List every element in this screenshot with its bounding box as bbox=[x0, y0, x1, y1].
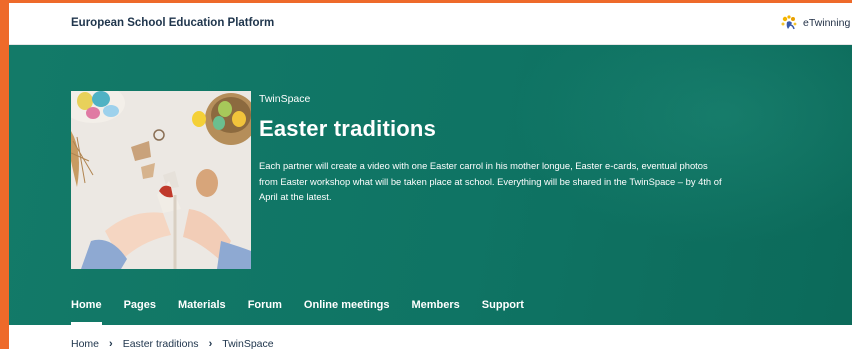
top-bar: European School Education Platform eTwin… bbox=[9, 3, 852, 45]
breadcrumb-separator-icon: › bbox=[109, 338, 113, 350]
platform-title[interactable]: European School Education Platform bbox=[71, 17, 274, 29]
breadcrumb-twinspace: TwinSpace bbox=[222, 338, 274, 350]
tab-home[interactable]: Home bbox=[71, 295, 102, 325]
tab-members[interactable]: Members bbox=[412, 295, 460, 325]
brand-text: eTwinning bbox=[803, 17, 851, 29]
tab-materials[interactable]: Materials bbox=[178, 295, 226, 325]
project-description: Each partner will create a video with on… bbox=[259, 160, 722, 202]
etwinning-logo[interactable]: eTwinning bbox=[779, 13, 850, 33]
breadcrumb-separator-icon: › bbox=[208, 338, 213, 350]
hero-background-glow bbox=[512, 45, 852, 245]
page-title: Easter traditions bbox=[259, 116, 437, 141]
hero-banner: TwinSpace Easter traditions Each partner… bbox=[9, 45, 852, 325]
twinspace-nav: Home Pages Materials Forum Online meetin… bbox=[71, 295, 546, 325]
breadcrumb-home[interactable]: Home bbox=[71, 338, 99, 350]
etwinning-logo-icon bbox=[781, 15, 797, 30]
breadcrumb: Home › Easter traditions › TwinSpace bbox=[71, 338, 274, 350]
tab-online-meetings[interactable]: Online meetings bbox=[304, 295, 390, 325]
tab-forum[interactable]: Forum bbox=[248, 295, 282, 325]
space-kicker: TwinSpace bbox=[259, 93, 311, 105]
breadcrumb-easter-traditions[interactable]: Easter traditions bbox=[123, 338, 199, 350]
hero-image bbox=[71, 91, 251, 269]
window-frame-left bbox=[0, 0, 9, 349]
tab-pages[interactable]: Pages bbox=[124, 295, 156, 325]
tab-support[interactable]: Support bbox=[482, 295, 524, 325]
